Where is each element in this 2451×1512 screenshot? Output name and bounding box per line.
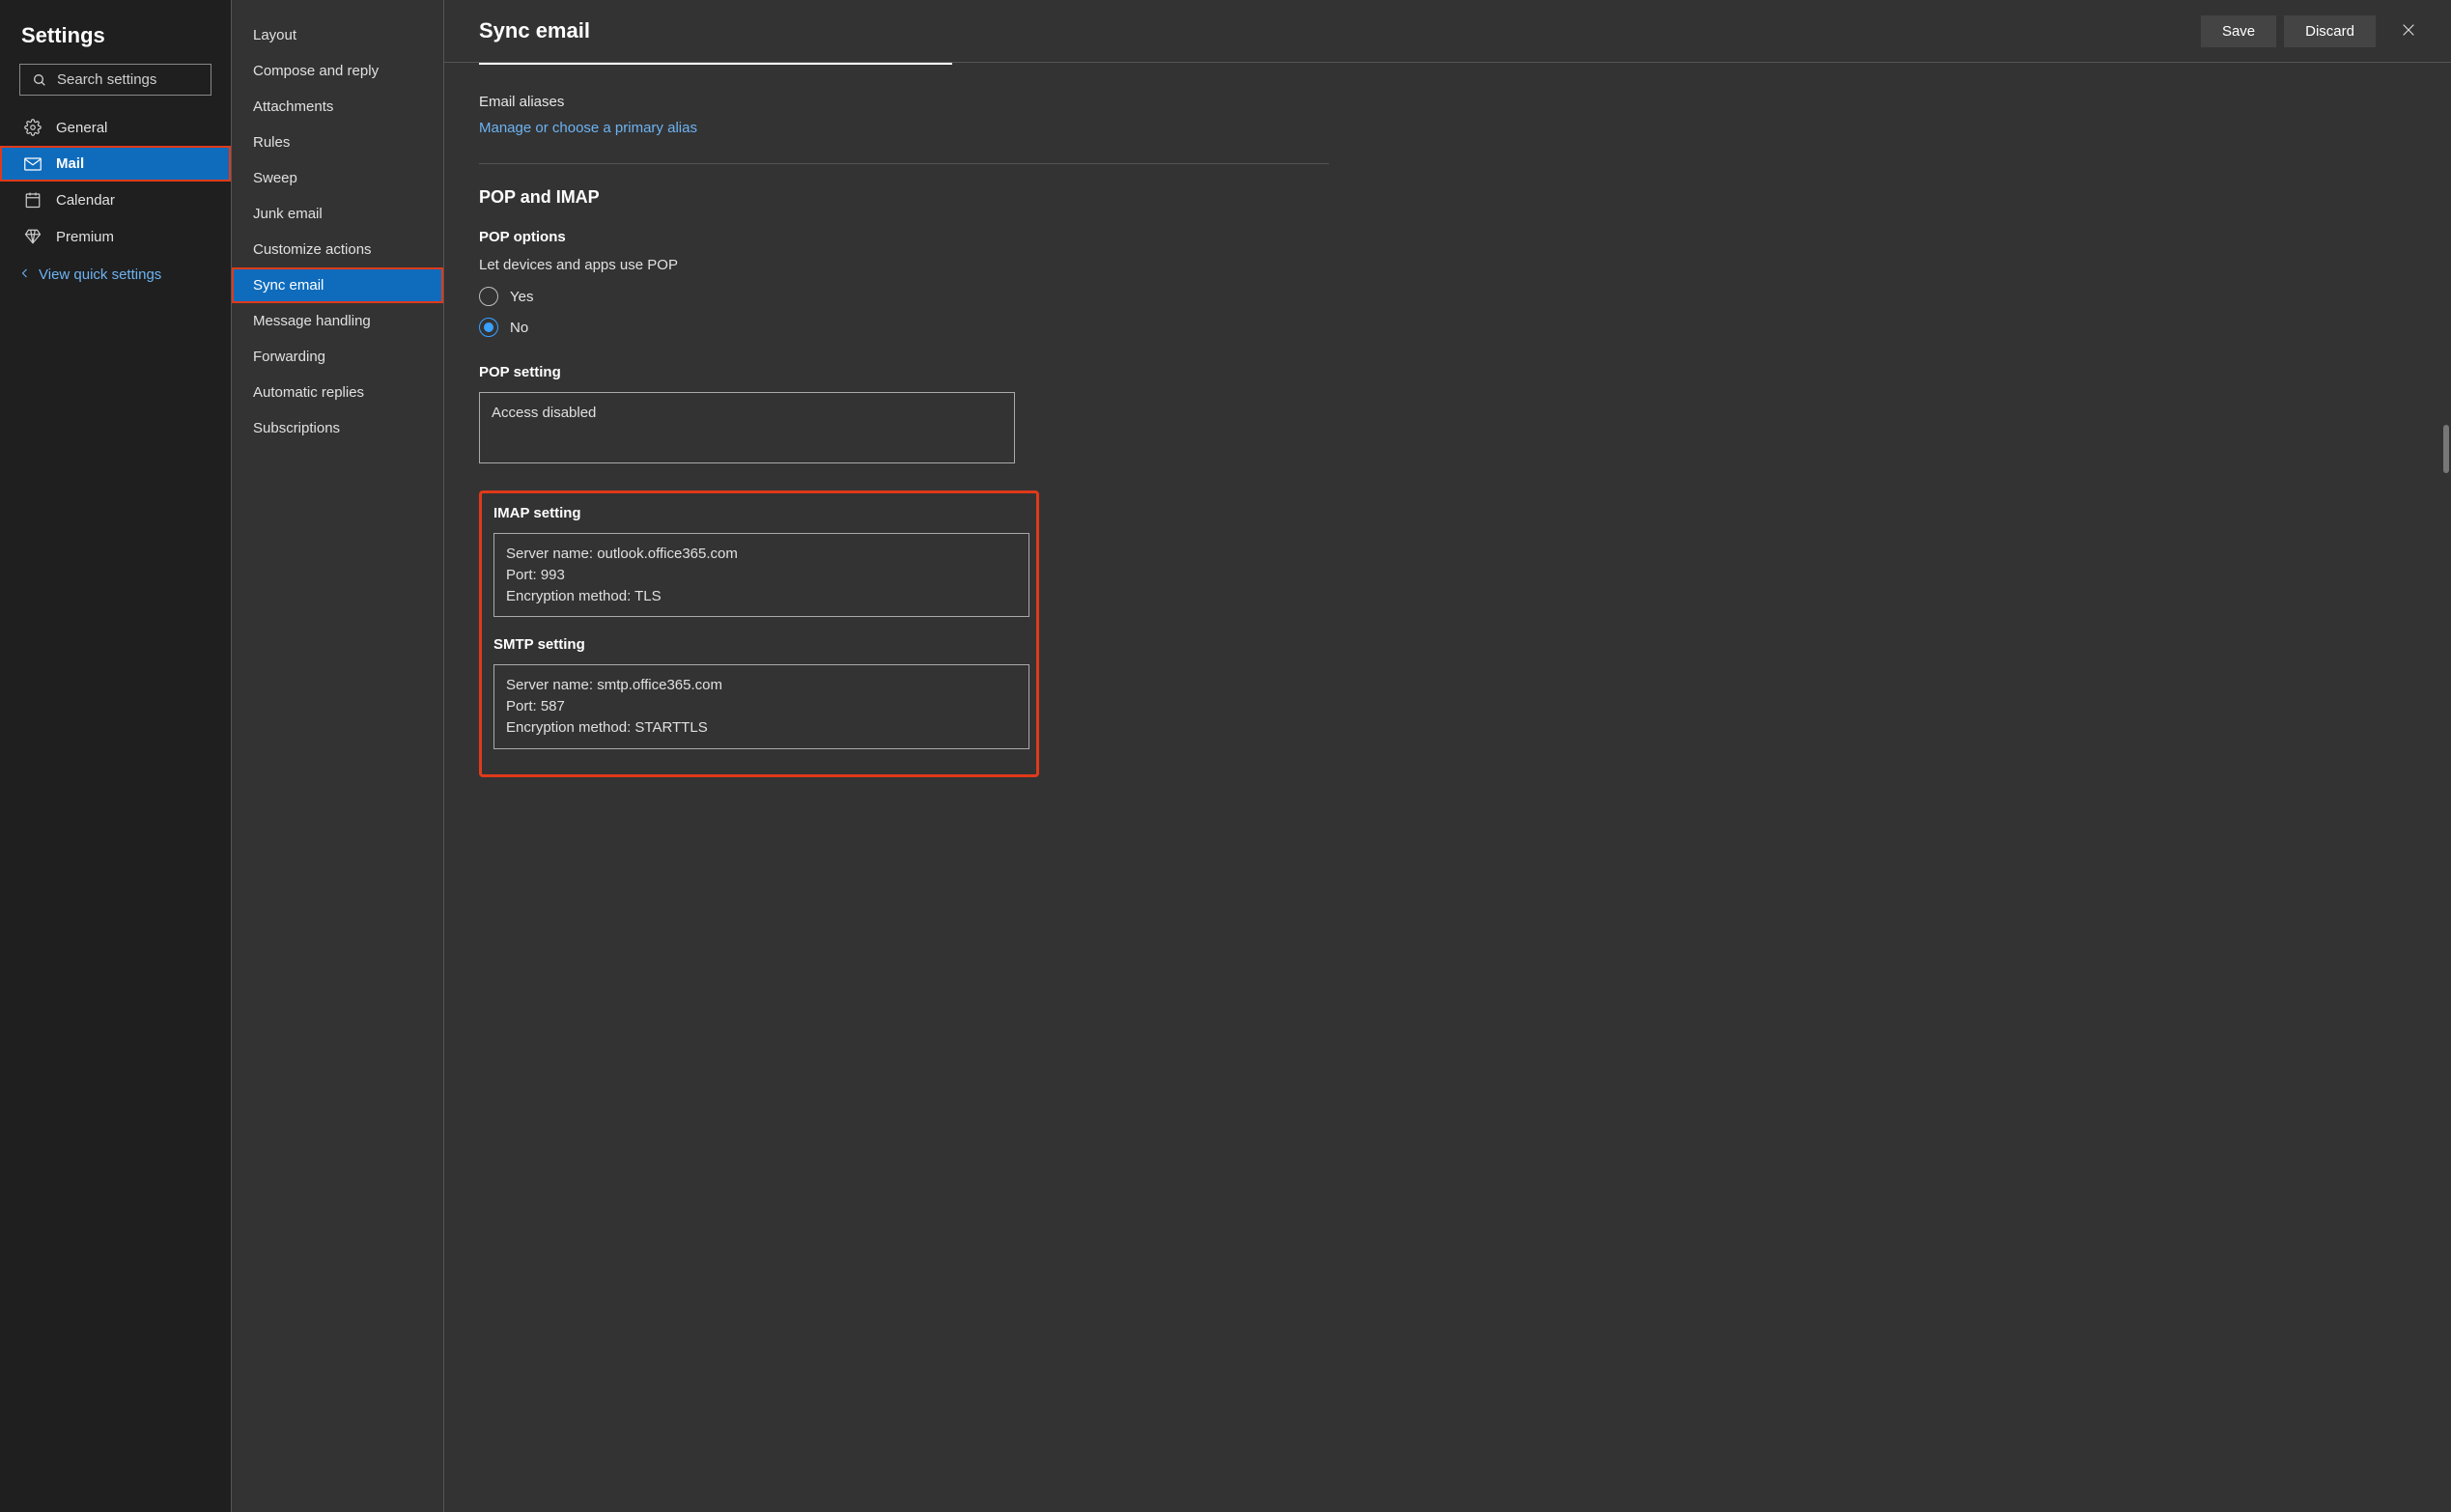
imap-enc: Encryption method: TLS bbox=[506, 586, 1017, 607]
mid-item-sync-email[interactable]: Sync email bbox=[232, 267, 443, 303]
smtp-enc: Encryption method: STARTTLS bbox=[506, 717, 1017, 739]
smtp-setting-heading: SMTP setting bbox=[493, 636, 1025, 653]
close-icon bbox=[2401, 22, 2416, 41]
mid-item-message-handling[interactable]: Message handling bbox=[232, 303, 443, 339]
smtp-server: Server name: smtp.office365.com bbox=[506, 675, 1017, 696]
pop-setting-heading: POP setting bbox=[479, 364, 2416, 380]
pop-radio-no[interactable]: No bbox=[479, 318, 2416, 337]
discard-button[interactable]: Discard bbox=[2284, 15, 2376, 47]
view-quick-settings-link[interactable]: View quick settings bbox=[0, 255, 231, 294]
search-settings-input[interactable] bbox=[57, 71, 249, 88]
sidebar-item-label: Premium bbox=[56, 229, 114, 245]
mid-item-sweep[interactable]: Sweep bbox=[232, 160, 443, 196]
sidebar-item-general[interactable]: General bbox=[0, 109, 231, 146]
mid-item-customize-actions[interactable]: Customize actions bbox=[232, 232, 443, 267]
pop-radio-yes[interactable]: Yes bbox=[479, 287, 2416, 306]
imap-smtp-highlight: IMAP setting Server name: outlook.office… bbox=[479, 490, 1039, 777]
pop-imap-heading: POP and IMAP bbox=[479, 187, 2416, 208]
settings-sidebar: Settings General Mail bbox=[0, 0, 232, 1512]
mid-item-forwarding[interactable]: Forwarding bbox=[232, 339, 443, 375]
sidebar-item-label: General bbox=[56, 120, 107, 136]
pop-setting-box: Access disabled bbox=[479, 392, 1015, 463]
mid-item-rules[interactable]: Rules bbox=[232, 125, 443, 160]
chevron-left-icon bbox=[19, 266, 31, 283]
radio-label: Yes bbox=[510, 289, 533, 305]
close-button[interactable] bbox=[2389, 14, 2428, 48]
calendar-icon bbox=[23, 191, 42, 209]
pop-setting-text: Access disabled bbox=[492, 403, 1002, 424]
imap-setting-heading: IMAP setting bbox=[493, 505, 1025, 521]
mid-item-junk[interactable]: Junk email bbox=[232, 196, 443, 232]
gear-icon bbox=[23, 119, 42, 136]
scrollbar-thumb[interactable] bbox=[2443, 425, 2449, 473]
sidebar-item-mail[interactable]: Mail bbox=[0, 146, 231, 182]
radio-icon bbox=[479, 318, 498, 337]
imap-port: Port: 993 bbox=[506, 565, 1017, 586]
imap-setting-box: Server name: outlook.office365.com Port:… bbox=[493, 533, 1029, 617]
radio-label: No bbox=[510, 320, 528, 336]
sidebar-item-label: Mail bbox=[56, 155, 84, 172]
smtp-setting-box: Server name: smtp.office365.com Port: 58… bbox=[493, 664, 1029, 748]
pop-options-heading: POP options bbox=[479, 229, 2416, 245]
mid-item-compose[interactable]: Compose and reply bbox=[232, 53, 443, 89]
content-header: Sync email Save Discard bbox=[444, 0, 2451, 63]
search-icon bbox=[32, 72, 47, 88]
search-settings-box[interactable] bbox=[19, 64, 211, 96]
mail-icon bbox=[23, 157, 42, 171]
manage-alias-link[interactable]: Manage or choose a primary alias bbox=[479, 120, 2416, 136]
settings-heading: Settings bbox=[0, 10, 231, 64]
save-button[interactable]: Save bbox=[2201, 15, 2276, 47]
mail-settings-nav: Layout Compose and reply Attachments Rul… bbox=[232, 0, 444, 1512]
radio-icon bbox=[479, 287, 498, 306]
mid-item-attachments[interactable]: Attachments bbox=[232, 89, 443, 125]
mid-item-auto-replies[interactable]: Automatic replies bbox=[232, 375, 443, 410]
active-tab-underline bbox=[479, 63, 952, 65]
mid-item-layout[interactable]: Layout bbox=[232, 17, 443, 53]
view-quick-settings-label: View quick settings bbox=[39, 266, 161, 283]
diamond-icon bbox=[23, 228, 42, 245]
sidebar-item-calendar[interactable]: Calendar bbox=[0, 182, 231, 218]
sidebar-item-label: Calendar bbox=[56, 192, 115, 209]
smtp-port: Port: 587 bbox=[506, 696, 1017, 717]
pop-options-desc: Let devices and apps use POP bbox=[479, 257, 2416, 273]
email-aliases-label: Email aliases bbox=[479, 94, 2416, 110]
section-divider bbox=[479, 163, 1329, 164]
sidebar-item-premium[interactable]: Premium bbox=[0, 218, 231, 255]
imap-server: Server name: outlook.office365.com bbox=[506, 544, 1017, 565]
page-title: Sync email bbox=[479, 18, 2193, 43]
mid-item-subscriptions[interactable]: Subscriptions bbox=[232, 410, 443, 446]
